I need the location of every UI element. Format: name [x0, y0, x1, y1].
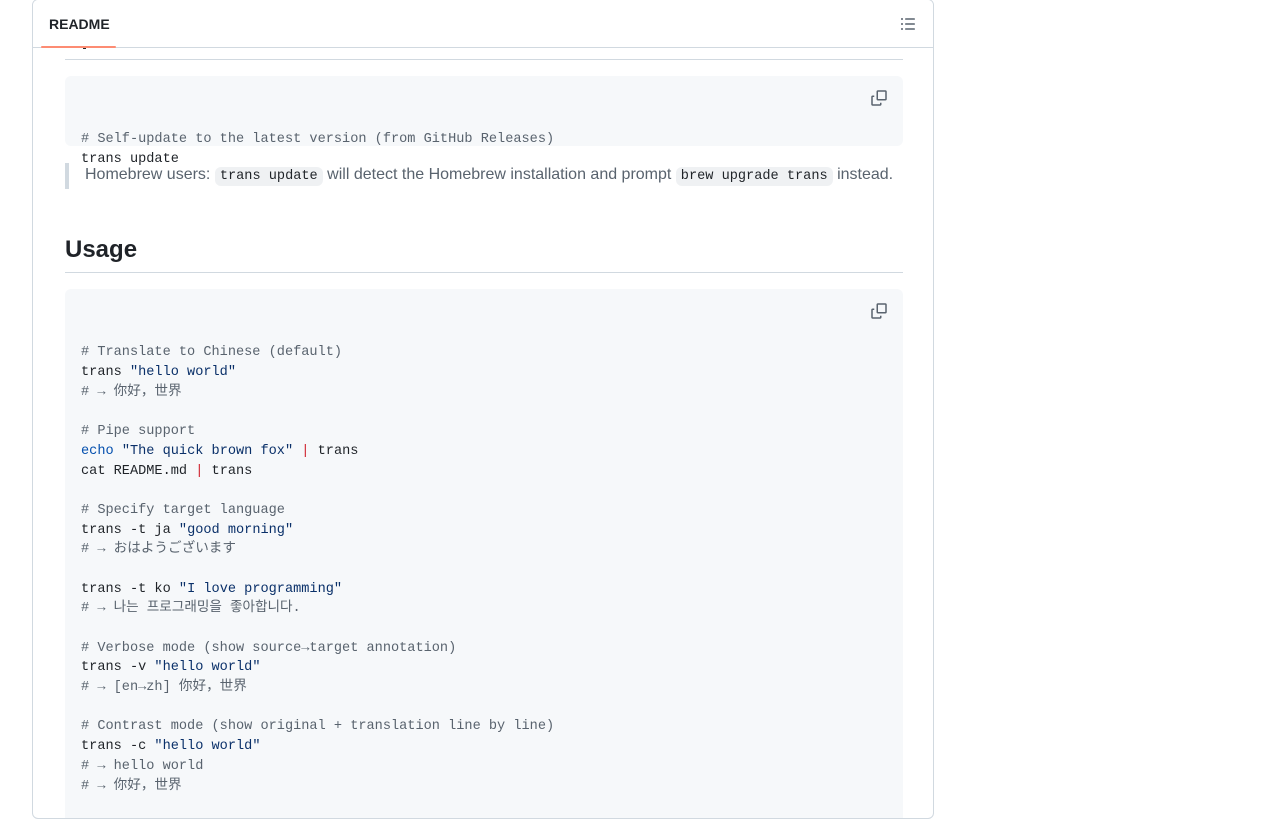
update-code-block: # Self-update to the latest version (fro…	[65, 76, 903, 167]
code-token-comment: # Verbose mode (show source→target annot…	[81, 640, 457, 656]
code-token-plain: trans	[309, 443, 359, 459]
code-line: # Contrast mode (show original + transla…	[81, 717, 887, 737]
code-token-comment: # → 나는 프로그래밍을 좋아합니다.	[81, 601, 301, 617]
copy-icon	[871, 303, 887, 319]
code-line: echo "The quick brown fox" | trans	[81, 442, 887, 462]
code-token-plain: trans -t ko	[81, 581, 179, 597]
code-token-string: "I love programming"	[178, 581, 343, 597]
code-token-comment: # Specify target language	[81, 502, 285, 518]
code-token-string: "good morning"	[178, 522, 294, 538]
code-line: # → [en→zh] 你好，世界	[81, 678, 887, 698]
code-line: # → おはようございます	[81, 540, 887, 560]
code-line: # Self-update to the latest version (fro…	[81, 130, 887, 150]
homebrew-note: Homebrew users: trans update will detect…	[65, 163, 903, 189]
code-line: trans -c "hello world"	[81, 737, 887, 757]
code-token-comment: # Pipe support	[81, 424, 196, 440]
code-token-comment: # → おはようございます	[81, 542, 236, 558]
code-line: # Translate to Chinese (default)	[81, 343, 887, 363]
code-line: # Verbose mode (show source→target annot…	[81, 639, 887, 659]
code-token-string: "hello world"	[129, 365, 237, 381]
code-token-comment: # → 你好，世界	[81, 778, 182, 794]
inline-code-brew-upgrade: brew upgrade trans	[675, 167, 833, 186]
code-token-string: "hello world"	[154, 739, 261, 755]
code-line: # → 나는 프로그래밍을 좋아합니다.	[81, 599, 887, 619]
copy-button[interactable]	[869, 301, 889, 321]
usage-heading: Usage	[65, 236, 138, 263]
code-token-builtin: echo	[81, 443, 114, 459]
code-token-plain: trans -t ja	[81, 522, 179, 538]
readme-panel: README # Self-update to the latest versi…	[32, 0, 934, 819]
code-token-plain: trans -v	[81, 660, 155, 676]
note-middle: will detect the Homebrew installation an…	[322, 166, 676, 183]
code-token-comment: # → hello world	[81, 758, 204, 774]
code-line: trans -t ko "I love programming"	[81, 580, 887, 600]
code-token-comment: # Self-update to the latest version (fro…	[81, 132, 555, 148]
code-line: trans -v "hello world"	[81, 658, 887, 678]
code-line: trans -t ja "good morning"	[81, 521, 887, 541]
code-token-comment: # → [en→zh] 你好，世界	[81, 680, 247, 696]
list-unordered-icon	[901, 18, 915, 30]
code-token-plain: trans	[81, 365, 130, 381]
heading-divider	[65, 272, 903, 273]
usage-code-block: # Translate to Chinese (default) trans "h…	[65, 289, 903, 818]
code-token-comment: # Translate to Chinese (default)	[81, 345, 343, 361]
readme-tab-label: README	[49, 15, 110, 32]
note-suffix: instead.	[832, 166, 894, 183]
code-token-comment: # Contrast mode (show original + transla…	[81, 719, 555, 735]
code-token-plain: trans	[203, 463, 253, 479]
code-line: # → 你好，世界	[81, 383, 887, 403]
readme-tab[interactable]: README	[41, 0, 118, 47]
note-prefix: Homebrew users:	[85, 166, 215, 183]
code-token-string: "The quick brown fox"	[121, 443, 294, 459]
usage-code-lines: # Translate to Chinese (default) trans "h…	[81, 343, 887, 818]
code-token-string: "hello world"	[154, 660, 261, 676]
code-token-plain: trans -c	[81, 739, 155, 755]
copy-button[interactable]	[869, 88, 889, 108]
code-token-plain: cat README.md	[81, 463, 196, 479]
copy-icon	[871, 90, 887, 106]
code-line: trans "hello world"	[81, 363, 887, 383]
readme-header: README	[33, 0, 933, 48]
code-line: cat README.md | trans	[81, 462, 887, 482]
code-line: # Pipe support	[81, 422, 887, 442]
code-line: # Specify target language	[81, 501, 887, 521]
readme-tab-indicator	[41, 46, 116, 48]
code-line: # → 你好，世界	[81, 777, 887, 797]
outline-button[interactable]	[897, 13, 919, 35]
code-token-comment: # → 你好，世界	[81, 384, 182, 400]
inline-code-trans-update: trans update	[214, 167, 323, 186]
heading-divider	[65, 59, 903, 60]
code-line: # → hello world	[81, 757, 887, 777]
